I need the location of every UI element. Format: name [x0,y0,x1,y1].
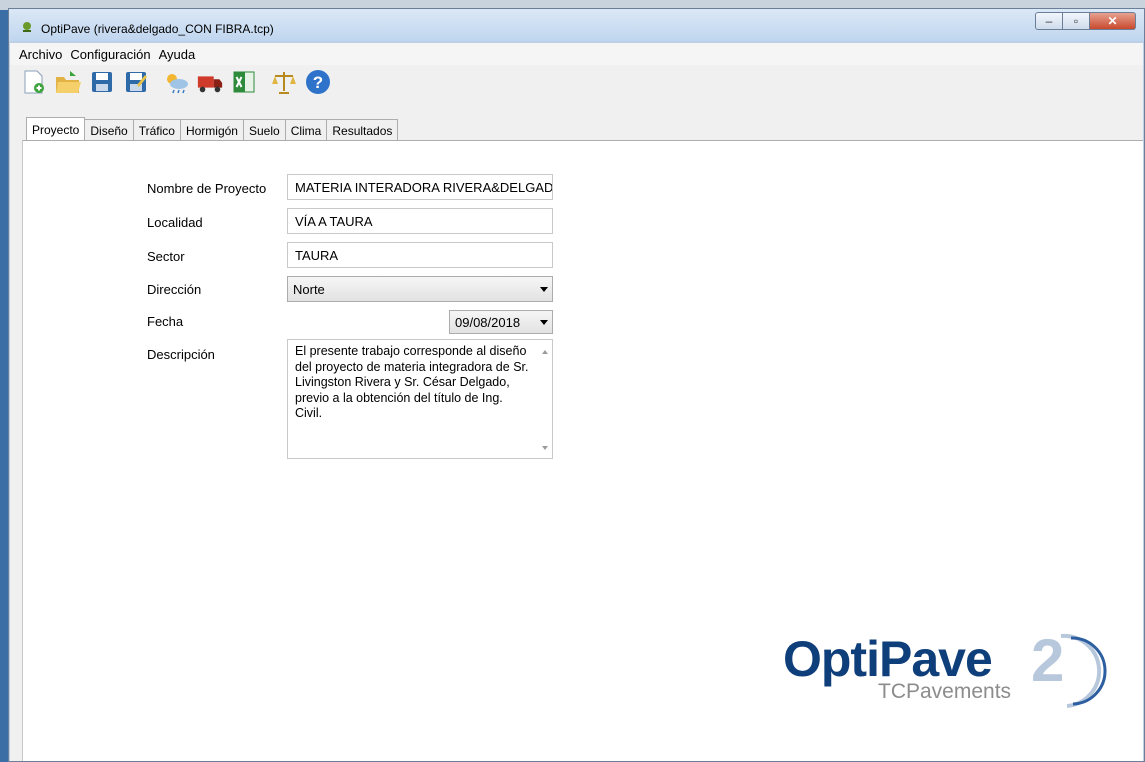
nombre-proyecto-label: Nombre de Proyecto [147,181,267,196]
localidad-label: Localidad [147,215,203,230]
tab-diseno[interactable]: Diseño [84,119,134,141]
tab-suelo[interactable]: Suelo [242,119,286,141]
traffic-button[interactable] [196,68,224,96]
menu-bar: Archivo Configuración Ayuda [10,43,1143,65]
direccion-select[interactable]: Norte [287,276,553,302]
open-button[interactable] [54,68,82,96]
help-icon: ? [306,70,330,94]
maximize-button[interactable]: ▫ [1063,12,1090,30]
descripcion-textarea[interactable]: El presente trabajo corresponde al diseñ… [287,339,553,459]
open-folder-icon [56,71,81,93]
new-file-icon [24,70,44,94]
descripcion-label: Descripción [147,347,215,362]
optipave-logo: OptiPave 2 TCPavements [783,627,1113,720]
localidad-input[interactable]: VÍA A TAURA [287,208,553,234]
sector-label: Sector [147,249,185,264]
close-button[interactable]: ✕ [1090,12,1136,30]
tab-clima[interactable]: Clima [284,119,328,141]
tab-hormigon[interactable]: Hormigón [179,119,244,141]
maximize-icon: ▫ [1073,14,1079,28]
minimize-button[interactable]: – [1035,12,1063,30]
descripcion-text: El presente trabajo corresponde al diseñ… [295,344,529,420]
fecha-label: Fecha [147,314,184,329]
toolbar: ? [10,65,1143,99]
menu-configuracion[interactable]: Configuración [66,47,154,62]
scroll-down-icon[interactable] [542,446,548,450]
menu-archivo[interactable]: Archivo [15,47,66,62]
window-title: OptiPave (rivera&delgado_CON FIBRA.tcp) [41,22,274,36]
scroll-up-icon[interactable] [542,350,548,354]
new-file-button[interactable] [20,68,48,96]
logo-subtitle: TCPavements [878,680,1012,703]
excel-icon [233,71,255,93]
excel-button[interactable] [230,68,258,96]
close-icon: ✕ [1107,14,1118,28]
weather-button[interactable] [162,68,190,96]
save-icon [92,72,112,92]
save-as-button[interactable] [122,68,150,96]
direccion-selected-value: Norte [293,281,325,297]
tab-trafico[interactable]: Tráfico [132,119,181,141]
chevron-down-icon [540,319,548,325]
scales-icon [272,72,296,94]
help-button[interactable]: ? [304,68,332,96]
save-button[interactable] [88,68,116,96]
tab-strip: Proyecto Diseño Tráfico Hormigón Suelo C… [26,117,399,141]
menu-ayuda[interactable]: Ayuda [155,47,200,62]
title-bar[interactable]: OptiPave (rivera&delgado_CON FIBRA.tcp) … [9,9,1144,41]
sector-input[interactable]: TAURA [287,242,553,268]
weather-icon [167,74,188,94]
tab-resultados[interactable]: Resultados [326,119,399,141]
direccion-label: Dirección [147,282,202,297]
fecha-date-picker[interactable]: 09/08/2018 [449,310,553,334]
save-as-icon [126,72,147,92]
truck-icon [197,76,223,93]
minimize-icon: – [1045,14,1053,28]
scales-button[interactable] [270,68,298,96]
tab-proyecto[interactable]: Proyecto [26,117,86,141]
nombre-proyecto-input[interactable]: MATERIA INTERADORA RIVERA&DELGAD [287,174,553,200]
fecha-value: 09/08/2018 [455,314,521,330]
svg-text:?: ? [313,73,323,92]
logo-number: 2 [1031,627,1065,694]
chevron-down-icon [540,286,548,292]
optipave-app-icon [23,22,31,32]
